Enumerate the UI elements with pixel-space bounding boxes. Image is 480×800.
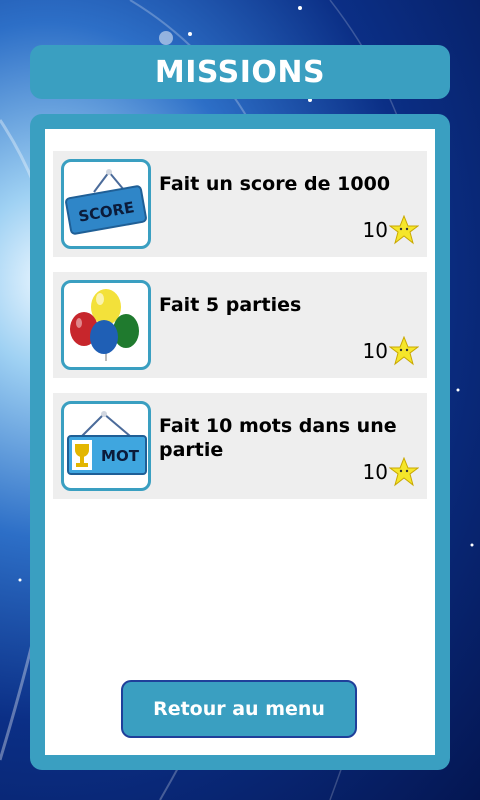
missions-panel: SCORE Fait un score de 1000 10 Fait 5 pa… [30, 114, 450, 770]
mot-sign-icon: MOT [61, 401, 151, 491]
mission-reward: 10 [363, 336, 419, 366]
reward-value: 10 [362, 339, 388, 363]
balloons-icon [61, 280, 151, 370]
score-sign-icon: SCORE [61, 159, 151, 249]
star-icon [389, 457, 419, 487]
mission-item-mots: MOT Fait 10 mots dans une partie 10 [53, 393, 427, 499]
title-bar: MISSIONS [30, 45, 450, 99]
mission-reward: 10 [363, 215, 419, 245]
mission-item-parties: Fait 5 parties 10 [53, 272, 427, 378]
mission-title: Fait 5 parties [159, 294, 302, 316]
back-to-menu-button[interactable]: Retour au menu [121, 680, 357, 738]
missions-list: SCORE Fait un score de 1000 10 Fait 5 pa… [45, 129, 435, 755]
mot-sign-text: MOT [101, 447, 140, 465]
reward-value: 10 [362, 460, 388, 484]
reward-value: 10 [362, 218, 388, 242]
mission-title: Fait 10 mots dans une partie [159, 415, 397, 461]
mission-reward: 10 [363, 457, 419, 487]
mission-item-score: SCORE Fait un score de 1000 10 [53, 151, 427, 257]
page-title: MISSIONS [154, 54, 326, 90]
star-icon [389, 215, 419, 245]
star-icon [389, 336, 419, 366]
mission-title: Fait un score de 1000 [159, 173, 391, 195]
